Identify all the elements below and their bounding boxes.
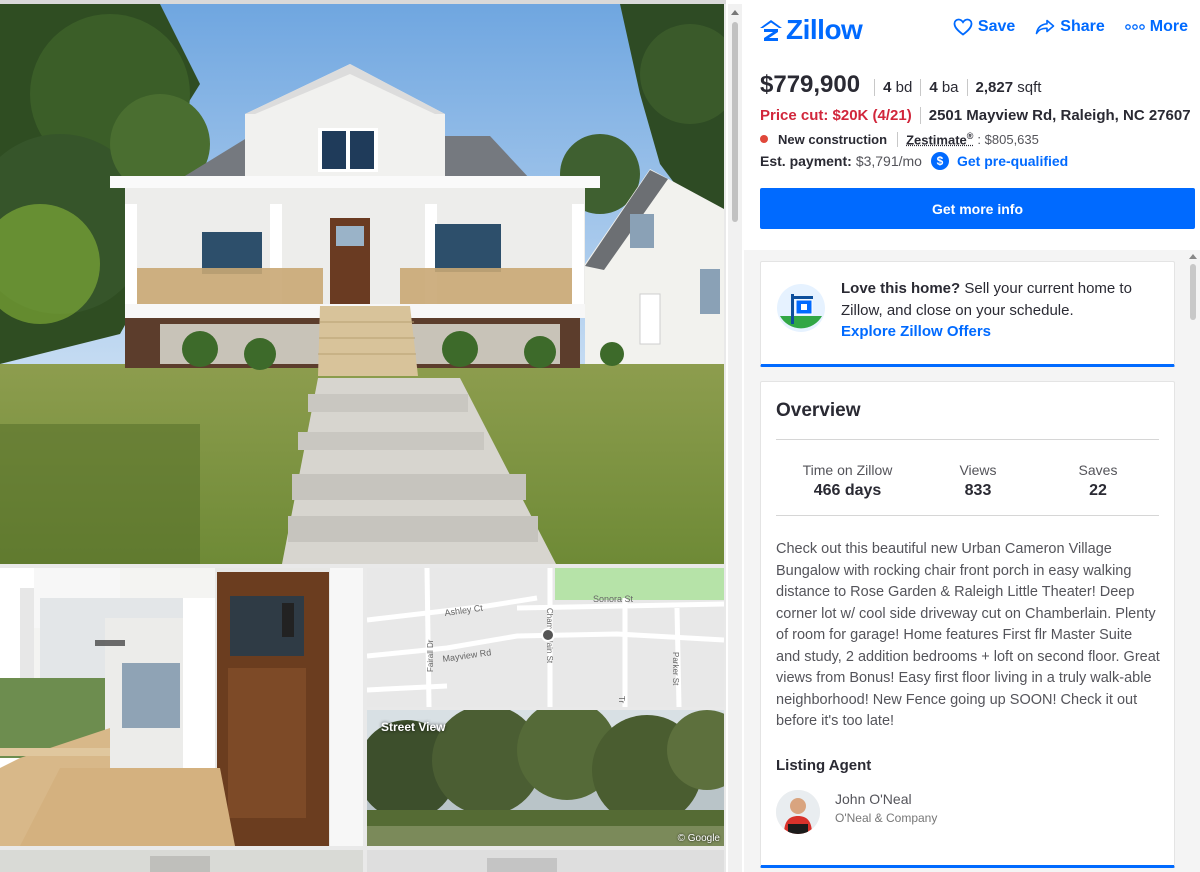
share-button[interactable]: Share (1035, 18, 1105, 36)
beds-value: 4 (883, 79, 892, 96)
stat-label: Saves (1078, 462, 1118, 478)
scroll-up-arrow-icon[interactable] (731, 10, 739, 15)
more-button[interactable]: More (1124, 18, 1188, 36)
agent-name[interactable]: John O'Neal (835, 791, 912, 807)
beds-unit: bd (895, 79, 913, 96)
offers-message: Love this home? Sell your current home t… (841, 278, 1161, 343)
scrollbar-thumb[interactable] (1190, 264, 1196, 320)
zillow-logo[interactable]: Zillow (759, 14, 863, 46)
sqft-value: 2,827 (975, 79, 1014, 96)
stat-value: 22 (1089, 482, 1107, 499)
share-label: Share (1060, 18, 1105, 35)
stat-value: 833 (964, 482, 992, 499)
stat-time-on-zillow: Time on Zillow 466 days (776, 462, 919, 500)
save-label: Save (977, 18, 1016, 35)
zestimate-mark: ® (966, 131, 974, 141)
heart-icon (953, 18, 973, 36)
listing-agent-title: Listing Agent (776, 757, 872, 774)
agent-company: O'Neal & Company (835, 811, 938, 825)
zillow-offers-card: Love this home? Sell your current home t… (760, 261, 1175, 367)
baths-fact: 4 ba (920, 79, 966, 96)
sqft-fact: 2,827 sqft (966, 79, 1050, 96)
zestimate-link[interactable]: Zestimate® (906, 131, 973, 147)
listing-price: $779,900 (760, 71, 861, 98)
offers-lead: Love this home? (841, 280, 961, 297)
map-pin-icon (541, 628, 555, 642)
divider (776, 439, 1159, 440)
location-map[interactable]: Ashley Ct Sonora St Mayview Rd Chamberla… (367, 568, 724, 707)
price-cut-row: Price cut: $20K (4/21) 2501 Mayview Rd, … (760, 107, 1191, 124)
zillow-wordmark: Zillow (786, 14, 863, 45)
dollar-circle-icon: $ (930, 152, 949, 170)
listing-description: Check out this beautiful new Urban Camer… (776, 541, 1160, 729)
overview-title: Overview (776, 400, 861, 421)
get-prequalified-link[interactable]: Get pre-qualified (957, 153, 1068, 169)
ellipsis-icon (1124, 24, 1145, 30)
map-label-fairall: Fairall Dr (426, 639, 435, 672)
baths-unit: ba (941, 79, 959, 96)
street-view-label: Street View (381, 720, 446, 734)
divider (776, 515, 1159, 516)
google-credit: © Google (677, 833, 720, 844)
payment-row: Est. payment: $3,791/mo $ Get pre-qualif… (760, 152, 1068, 170)
overview-card: Overview Time on Zillow 466 days Views 8… (760, 381, 1175, 868)
sqft-unit: sqft (1017, 79, 1042, 96)
payment-label: Est. payment: (760, 153, 852, 169)
listing-address: 2501 Mayview Rd, Raleigh, NC 27607 (928, 107, 1191, 124)
porch-door-photo[interactable] (0, 568, 363, 846)
photo-gallery: Ashley Ct Sonora St Mayview Rd Chamberla… (0, 0, 726, 872)
more-label: More (1149, 18, 1188, 35)
zillow-house-icon (760, 20, 782, 41)
status-dot-icon (760, 135, 768, 144)
stat-label: Views (959, 462, 997, 478)
map-label-sonora: Sonora St (593, 594, 634, 604)
zestimate-label: Zestimate (906, 132, 967, 148)
details-scrollbar[interactable] (1186, 250, 1200, 872)
get-more-info-button[interactable]: Get more info (760, 188, 1195, 229)
scrollbar-thumb[interactable] (732, 22, 738, 222)
baths-value: 4 (929, 79, 938, 96)
status-label: New construction (778, 131, 899, 147)
share-arrow-icon (1035, 19, 1055, 35)
gallery-photo-thumb[interactable] (0, 850, 363, 872)
main-house-photo[interactable] (0, 4, 724, 564)
details-content: Love this home? Sell your current home t… (744, 250, 1200, 872)
stat-label: Time on Zillow (802, 462, 893, 478)
listing-actions: Save Share More (953, 18, 1188, 36)
scroll-up-arrow-icon[interactable] (1189, 254, 1197, 259)
gallery-scrollbar[interactable] (728, 4, 742, 872)
street-view-photo[interactable]: Street View © Google (367, 710, 724, 846)
listing-details-panel: Zillow Save Share More $779,900 4 bd 4 b… (744, 0, 1200, 872)
agent-avatar[interactable] (776, 790, 820, 834)
stat-saves: Saves 22 (1037, 462, 1159, 500)
payment-value: $3,791/mo (855, 153, 922, 169)
gallery-photo-thumb[interactable] (367, 850, 724, 872)
map-label-parker: Parker St (671, 652, 680, 686)
overview-stats: Time on Zillow 466 days Views 833 Saves … (776, 462, 1159, 500)
price-cut-badge: Price cut: $20K (4/21) (760, 107, 921, 124)
save-button[interactable]: Save (953, 18, 1015, 36)
beds-fact: 4 bd (874, 79, 920, 96)
stat-value: 466 days (813, 482, 882, 499)
explore-offers-link[interactable]: Explore Zillow Offers (841, 323, 991, 340)
price-summary: $779,900 4 bd 4 ba 2,827 sqft (760, 71, 1049, 99)
listing-header: Zillow Save Share More $779,900 4 bd 4 b… (744, 0, 1200, 250)
sign-post-icon (777, 284, 825, 337)
map-label-tr: Tr (617, 696, 626, 704)
zestimate-value: : $805,635 (977, 131, 1039, 147)
status-row: New construction Zestimate® : $805,635 (760, 131, 1039, 147)
stat-views: Views 833 (919, 462, 1037, 500)
